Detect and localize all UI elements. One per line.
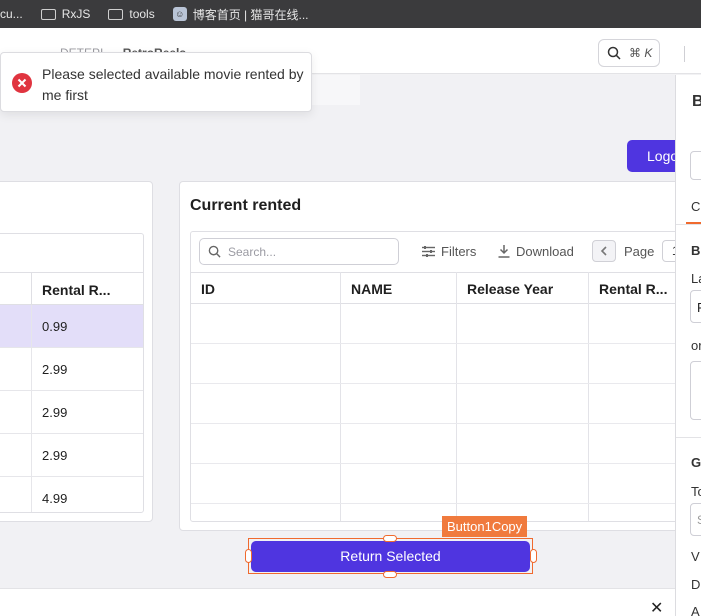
table-header: Rental R...: [0, 272, 143, 305]
inspector-textarea[interactable]: [690, 361, 701, 420]
table-header: ID NAME Release Year Rental R...: [191, 272, 684, 304]
rental-rate-cell: 2.99: [42, 448, 68, 463]
field-label: or: [691, 338, 701, 353]
page-label: Page: [624, 243, 655, 259]
table-row[interactable]: 2.99: [0, 391, 143, 434]
download-label: Download: [516, 244, 574, 259]
inspector-field-input[interactable]: F: [690, 290, 701, 323]
table-row[interactable]: 2.99: [0, 434, 143, 477]
download-button[interactable]: Download: [498, 244, 574, 259]
resize-handle-bottom[interactable]: [383, 571, 397, 578]
close-icon[interactable]: ✕: [650, 601, 663, 616]
error-icon: [12, 73, 32, 93]
search-icon: [208, 245, 221, 258]
column-divider: [31, 273, 32, 304]
current-rented-table: ID NAME Release Year Rental R...: [190, 231, 685, 522]
column-divider: [31, 305, 32, 347]
search-icon: [607, 46, 621, 60]
resize-handle-top[interactable]: [383, 535, 397, 542]
table-row[interactable]: 0.99: [0, 305, 143, 348]
column-header-rental-rate[interactable]: Rental R...: [42, 282, 110, 298]
bottom-panel: [0, 588, 675, 616]
column-header-name[interactable]: NAME: [351, 281, 392, 297]
field-label: A: [691, 604, 700, 616]
table-row[interactable]: [191, 464, 684, 504]
filter-icon: [422, 246, 435, 257]
table-row[interactable]: 4.99: [0, 477, 143, 512]
bookmark-label: tools: [129, 7, 155, 21]
rental-rate-cell: 4.99: [42, 491, 68, 506]
divider: [676, 224, 701, 225]
inspector-field-input[interactable]: S: [690, 503, 701, 536]
chevron-left-icon: [600, 246, 607, 256]
column-divider: [31, 477, 32, 512]
command-palette-button[interactable]: ⌘ K: [598, 39, 660, 67]
search-box: [199, 238, 399, 265]
available-movies-table: Rental R... 0.99 2.99 2.99 2.99 4.99: [0, 233, 144, 513]
divider: [676, 437, 701, 438]
section-header: G: [691, 455, 701, 470]
divider: [684, 46, 685, 62]
column-divider: [31, 391, 32, 433]
column-divider: [31, 434, 32, 476]
site-favicon-icon: ☺: [172, 7, 187, 21]
folder-icon: [108, 8, 124, 20]
filters-button[interactable]: Filters: [422, 244, 476, 259]
rental-rate-cell: 0.99: [42, 319, 68, 334]
column-header-id[interactable]: ID: [201, 281, 215, 297]
filters-label: Filters: [441, 244, 477, 259]
rental-rate-cell: 2.99: [42, 362, 68, 377]
rental-rate-cell: 2.99: [42, 405, 68, 420]
column-header-rental-rate[interactable]: Rental R...: [599, 281, 667, 297]
column-divider: [31, 348, 32, 390]
bookmark-folder-rxjs[interactable]: RxJS: [40, 7, 91, 21]
toast-message: Please selected available movie rented b…: [42, 66, 304, 103]
bookmark-item[interactable]: cu...: [0, 7, 23, 21]
return-selected-button[interactable]: Return Selected: [251, 541, 530, 572]
error-toast: Please selected available movie rented b…: [0, 52, 312, 112]
resize-handle-right[interactable]: [530, 549, 537, 563]
section-header: B: [691, 243, 701, 258]
column-header-release-year[interactable]: Release Year: [467, 281, 553, 297]
prev-page-button[interactable]: [592, 240, 616, 262]
inspector-name-input[interactable]: [690, 151, 701, 180]
field-label: La: [691, 271, 701, 286]
shortcut-hint: ⌘ K: [629, 46, 653, 60]
rented-pagination: Page 1: [592, 240, 689, 262]
field-label: V: [691, 549, 700, 564]
field-value: S: [697, 513, 701, 527]
field-label: D: [691, 577, 701, 592]
inspector-title: B: [692, 93, 701, 110]
bookmark-label: RxJS: [61, 7, 91, 21]
table-row[interactable]: [191, 344, 684, 384]
table-row[interactable]: [191, 304, 684, 344]
bookmark-blog[interactable]: ☺ 博客首页 | 猫哥在线...: [172, 6, 309, 23]
bookmarks-bar: cu... RxJS tools ☺ 博客首页 | 猫哥在线...: [0, 0, 701, 28]
card-title: Current rented: [190, 197, 302, 214]
table-row[interactable]: 2.99: [0, 348, 143, 391]
folder-icon: [40, 8, 56, 20]
download-icon: [498, 245, 510, 258]
field-value: F: [697, 300, 701, 315]
field-label: To: [691, 484, 701, 499]
component-name-tag[interactable]: Button1Copy: [442, 516, 528, 537]
inspector-tab[interactable]: C: [691, 199, 700, 214]
bookmark-label: 博客首页 | 猫哥在线...: [192, 7, 309, 22]
table-row[interactable]: [191, 384, 684, 424]
bookmark-folder-tools[interactable]: tools: [108, 7, 155, 21]
resize-handle-left[interactable]: [245, 549, 252, 563]
table-row[interactable]: [191, 424, 684, 464]
search-input[interactable]: [228, 244, 388, 259]
bookmark-label: cu...: [0, 7, 23, 21]
